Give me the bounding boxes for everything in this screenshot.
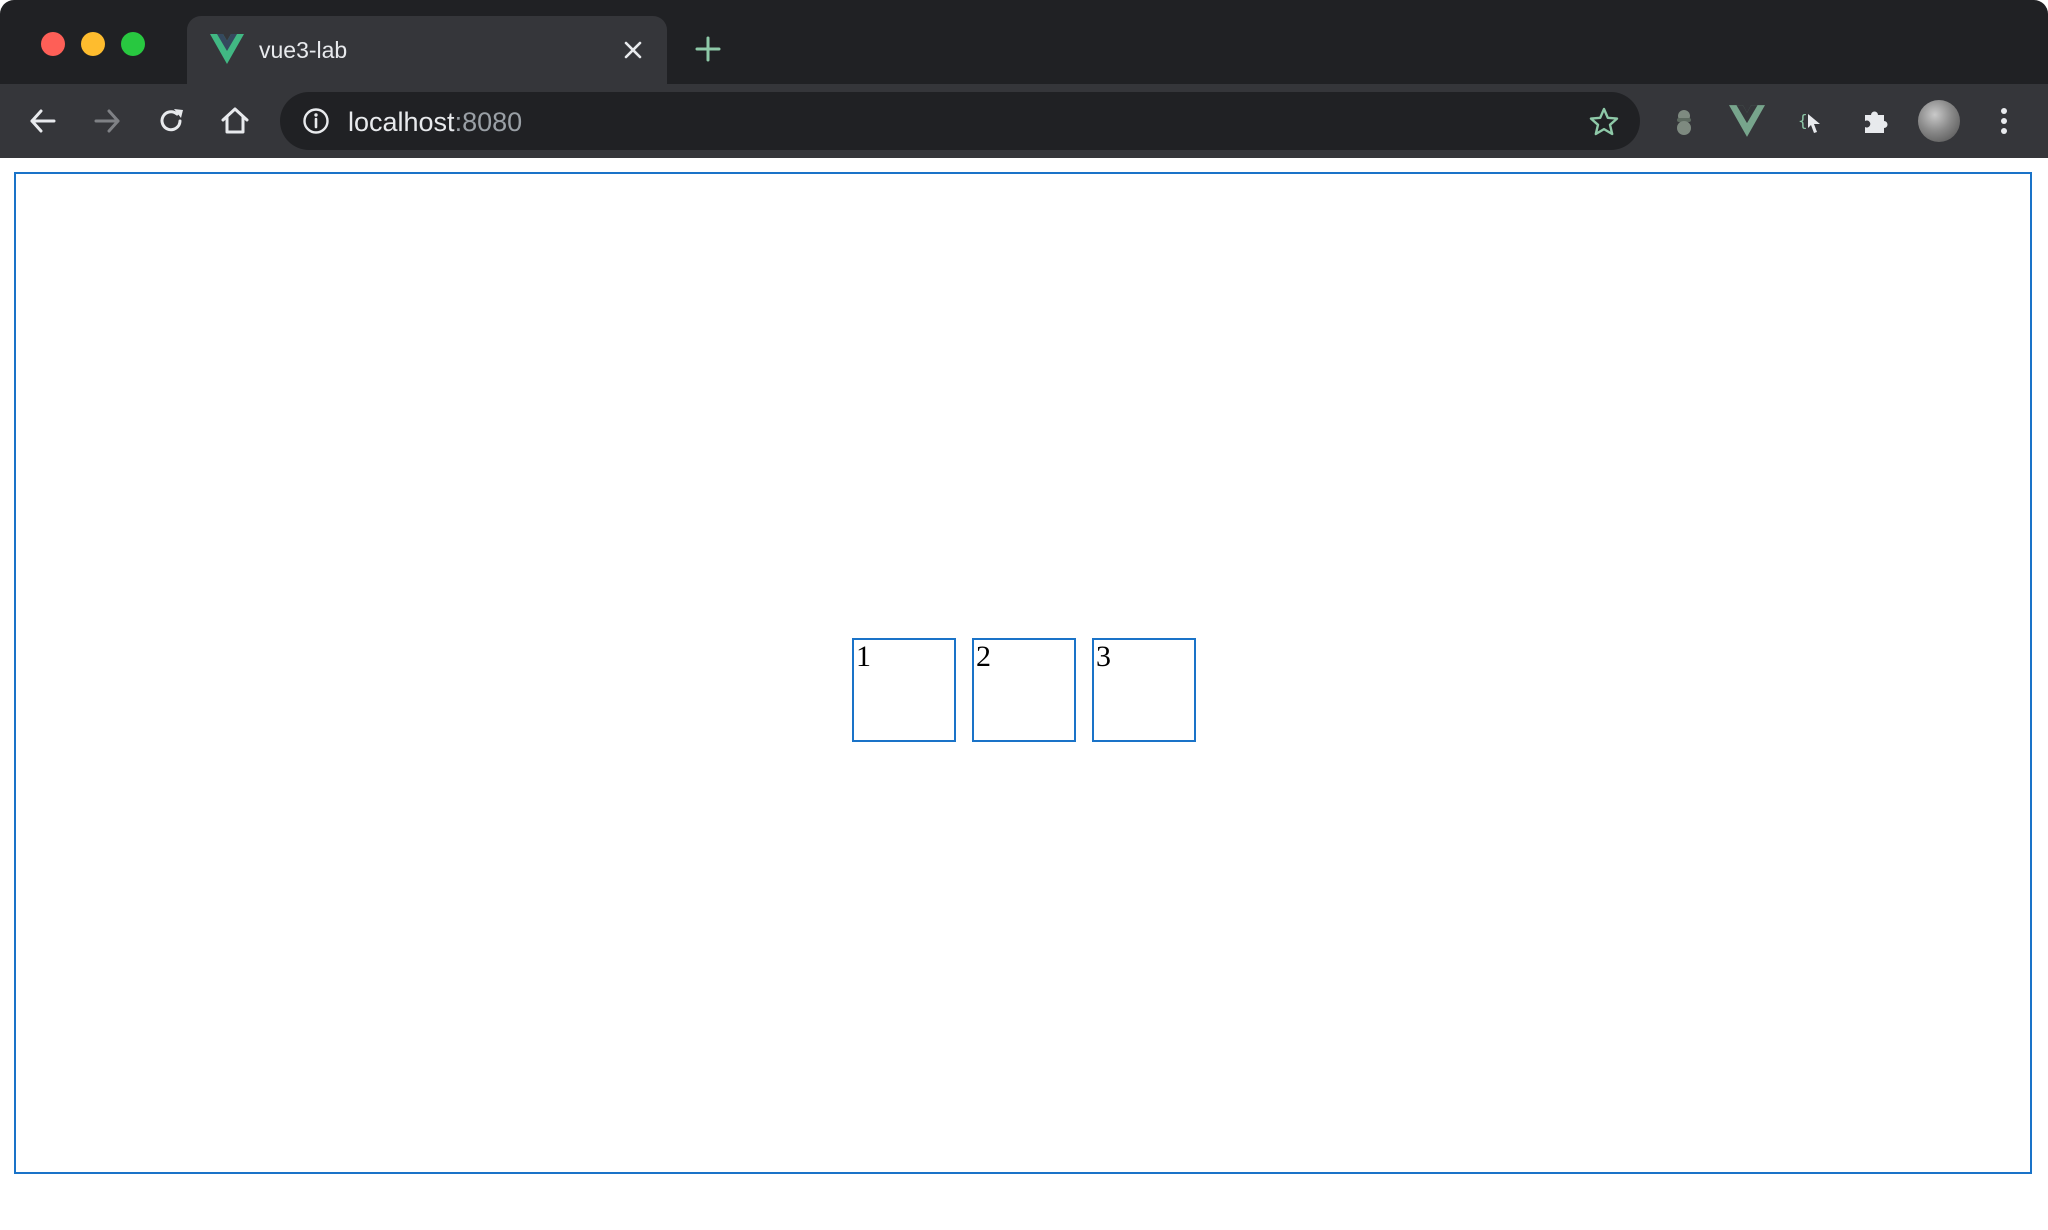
address-bar[interactable]: localhost:8080 (280, 92, 1640, 150)
back-button[interactable] (24, 102, 62, 140)
tab-close-icon[interactable] (619, 36, 647, 64)
vue-logo-icon (210, 34, 244, 64)
back-arrow-icon (30, 109, 56, 133)
tab-title: vue3-lab (259, 37, 348, 63)
reload-button[interactable] (152, 102, 190, 140)
window-minimize-button[interactable] (81, 32, 105, 56)
forward-arrow-icon (94, 109, 120, 133)
svg-text:{: { (1798, 111, 1808, 130)
browser-window: vue3-lab localhost:8080 {1 2 3 (0, 0, 2048, 1230)
window-close-button[interactable] (41, 32, 65, 56)
box-1: 1 (852, 638, 956, 742)
home-icon (221, 107, 249, 134)
more-vert-icon (2001, 108, 2007, 134)
url-port: :8080 (454, 107, 523, 137)
box-3: 3 (1092, 638, 1196, 742)
bookmark-star-icon[interactable] (1588, 106, 1620, 138)
tab-vue3-lab[interactable]: vue3-lab (187, 16, 667, 84)
tab-strip: vue3-lab (0, 0, 2048, 84)
profile-avatar[interactable] (1918, 100, 1960, 142)
home-button[interactable] (216, 102, 254, 140)
vue-devtools-icon[interactable] (1728, 102, 1766, 140)
incognito-spy-icon[interactable] (1665, 102, 1703, 140)
page-viewport: 1 2 3 (0, 158, 2048, 1230)
puzzle-extensions-icon[interactable] (1856, 102, 1894, 140)
url-text[interactable]: localhost:8080 (348, 106, 522, 138)
new-tab-icon[interactable] (693, 34, 723, 64)
app-container: 1 2 3 (14, 172, 2032, 1174)
site-info-icon[interactable] (302, 107, 330, 135)
browser-toolbar: localhost:8080 { (0, 84, 2048, 158)
box-2: 2 (972, 638, 1076, 742)
window-zoom-button[interactable] (121, 32, 145, 56)
menu-button[interactable] (1985, 102, 2023, 140)
reload-icon (160, 109, 183, 132)
selector-tool-icon[interactable]: { (1792, 102, 1830, 140)
forward-button[interactable] (88, 102, 126, 140)
url-host: localhost (348, 107, 455, 137)
